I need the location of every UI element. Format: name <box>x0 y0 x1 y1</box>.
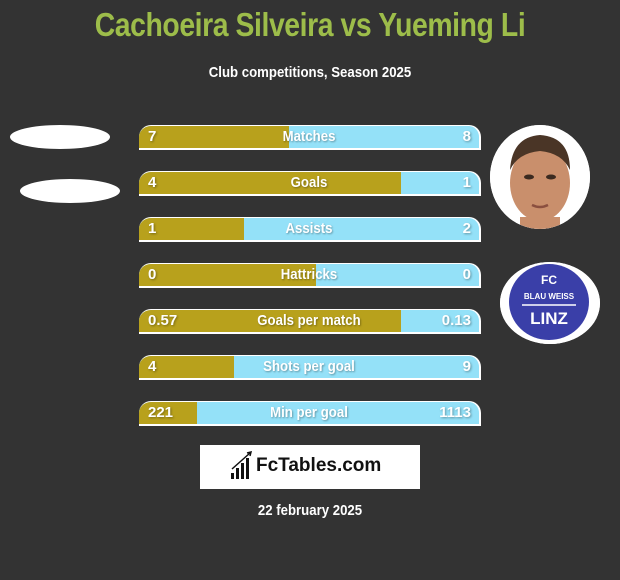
right-value: 0.13 <box>441 312 471 329</box>
right-value: 2 <box>462 220 471 237</box>
bar-chart-icon <box>231 451 253 479</box>
stat-label: Goals per match <box>257 312 361 329</box>
club-logo-line3: LINZ <box>530 309 568 328</box>
brand-name: FcTables.com <box>256 455 382 476</box>
stat-row: 7 Matches 8 <box>139 125 481 150</box>
right-value: 1 <box>462 174 471 191</box>
left-value: 0 <box>148 266 157 283</box>
left-value: 4 <box>148 174 157 191</box>
left-value: 4 <box>148 358 157 375</box>
stat-row: 1 Assists 2 <box>139 217 481 242</box>
right-value: 8 <box>462 128 471 145</box>
stat-row: 4 Goals 1 <box>139 171 481 196</box>
stat-label: Hattricks <box>280 266 338 283</box>
player-face-icon <box>490 125 590 229</box>
right-value: 0 <box>462 266 471 283</box>
left-value: 1 <box>148 220 157 237</box>
stat-label: Min per goal <box>270 404 348 421</box>
left-player-photo-placeholder <box>10 125 110 149</box>
left-value: 7 <box>148 128 157 145</box>
right-value: 1113 <box>439 404 471 421</box>
stat-label: Assists <box>285 220 333 237</box>
right-club-logo: FC BLAU WEISS LINZ <box>500 262 600 344</box>
club-logo-line2: BLAU WEISS <box>524 292 575 301</box>
stat-row: 4 Shots per goal 9 <box>139 355 481 380</box>
page-title: Cachoeira Silveira vs Yueming Li <box>94 6 526 43</box>
stat-label: Goals <box>290 174 328 191</box>
footer-date: 22 february 2025 <box>257 502 363 519</box>
stat-label: Matches <box>282 128 336 145</box>
right-value: 9 <box>462 358 471 375</box>
stat-row: 0.57 Goals per match 0.13 <box>139 309 481 334</box>
stat-label: Shots per goal <box>263 358 355 375</box>
right-player-avatar <box>490 125 590 229</box>
stat-row: 0 Hattricks 0 <box>139 263 481 288</box>
left-club-logo-placeholder <box>20 179 120 203</box>
club-logo-line1: FC <box>541 273 557 287</box>
page-subtitle: Club competitions, Season 2025 <box>208 64 412 81</box>
fctables-logo[interactable]: FcTables.com <box>200 445 420 489</box>
stat-row: 221 Min per goal 1113 <box>139 401 481 426</box>
